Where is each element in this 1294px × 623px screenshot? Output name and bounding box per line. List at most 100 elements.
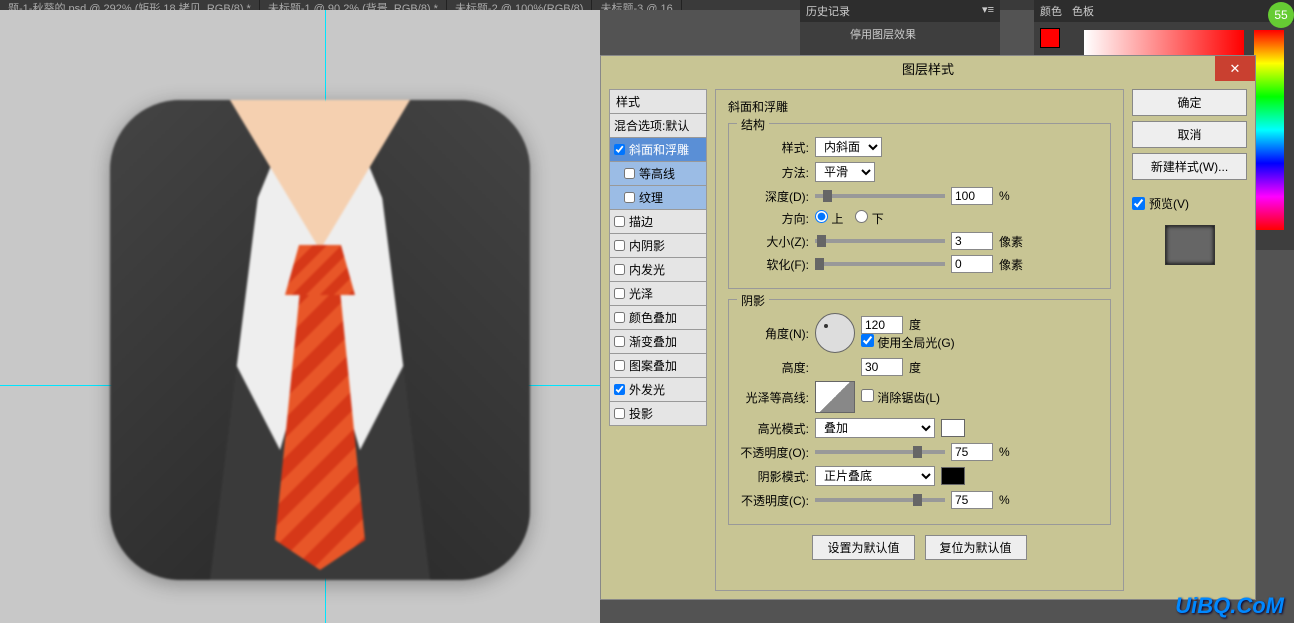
canvas[interactable] xyxy=(0,10,600,623)
direction-down-radio[interactable]: 下 xyxy=(855,210,883,227)
shading-group: 阴影 角度(N): 度 使用全局光(G) 高度: xyxy=(728,299,1111,525)
dropshadow-checkbox[interactable] xyxy=(614,408,625,419)
bevel-checkbox[interactable] xyxy=(614,144,625,155)
size-unit: 像素 xyxy=(999,233,1023,250)
foreground-color-swatch[interactable] xyxy=(1040,28,1060,48)
contour-checkbox[interactable] xyxy=(624,168,635,179)
close-button[interactable]: ✕ xyxy=(1215,56,1255,81)
history-item[interactable]: 停用图层效果 xyxy=(800,22,1000,46)
preview-thumbnail xyxy=(1165,225,1215,265)
angle-unit: 度 xyxy=(909,316,921,333)
patternoverlay-checkbox[interactable] xyxy=(614,360,625,371)
shadow-mode-select[interactable]: 正片叠底 xyxy=(815,466,935,486)
style-contour[interactable]: 等高线 xyxy=(609,162,707,186)
doc-tab[interactable]: 未标题-1 @ 90.2% (背景, RGB/8) * xyxy=(260,0,447,10)
panel-menu-icon[interactable]: ▾≡ xyxy=(982,3,994,19)
soften-unit: 像素 xyxy=(999,256,1023,273)
shadow-opacity-unit: % xyxy=(999,493,1010,507)
direction-label: 方向: xyxy=(739,210,809,227)
color-tab-colors[interactable]: 颜色 xyxy=(1040,3,1062,19)
doc-tab[interactable]: 未标题-3 @ 16 xyxy=(592,0,681,10)
preview-checkbox[interactable] xyxy=(1132,197,1145,210)
hilite-opacity-unit: % xyxy=(999,445,1010,459)
hilite-opacity-slider[interactable] xyxy=(815,450,945,454)
innershadow-checkbox[interactable] xyxy=(614,240,625,251)
hilite-mode-select[interactable]: 叠加 xyxy=(815,418,935,438)
style-drop-shadow[interactable]: 投影 xyxy=(609,402,707,426)
depth-label: 深度(D): xyxy=(739,188,809,205)
cancel-button[interactable]: 取消 xyxy=(1132,121,1247,148)
style-pattern-overlay[interactable]: 图案叠加 xyxy=(609,354,707,378)
global-light-checkbox[interactable]: 使用全局光(G) xyxy=(861,336,955,350)
altitude-label: 高度: xyxy=(739,359,809,376)
hilite-opacity-input[interactable] xyxy=(951,443,993,461)
angle-wheel[interactable] xyxy=(815,313,855,353)
hilite-opacity-label: 不透明度(O): xyxy=(739,444,809,461)
soften-label: 软化(F): xyxy=(739,256,809,273)
gloss-contour-picker[interactable] xyxy=(815,381,855,413)
innerglow-checkbox[interactable] xyxy=(614,264,625,275)
depth-slider[interactable] xyxy=(815,194,945,198)
shading-legend: 阴影 xyxy=(737,292,769,309)
style-outer-glow[interactable]: 外发光 xyxy=(609,378,707,402)
size-input[interactable] xyxy=(951,232,993,250)
soften-input[interactable] xyxy=(951,255,993,273)
outerglow-checkbox[interactable] xyxy=(614,384,625,395)
depth-unit: % xyxy=(999,189,1010,203)
size-slider[interactable] xyxy=(815,239,945,243)
doc-tab[interactable]: 题-1-秋葵的.psd @ 292% (矩形 18 拷贝, RGB/8) * xyxy=(0,0,260,10)
style-bevel-emboss[interactable]: 斜面和浮雕 xyxy=(609,138,707,162)
altitude-input[interactable] xyxy=(861,358,903,376)
gloss-contour-label: 光泽等高线: xyxy=(739,389,809,406)
settings-pane: 斜面和浮雕 结构 样式: 内斜面 方法: 平滑 深度(D): % xyxy=(715,89,1124,591)
style-stroke[interactable]: 描边 xyxy=(609,210,707,234)
styles-list: 样式 混合选项:默认 斜面和浮雕 等高线 纹理 描边 内阴影 内发光 光泽 颜色… xyxy=(609,89,707,591)
style-satin[interactable]: 光泽 xyxy=(609,282,707,306)
shadow-color-swatch[interactable] xyxy=(941,467,965,485)
structure-group: 结构 样式: 内斜面 方法: 平滑 深度(D): % 方向: xyxy=(728,123,1111,289)
history-panel: 历史记录 ▾≡ 停用图层效果 xyxy=(800,0,1000,55)
shadow-opacity-slider[interactable] xyxy=(815,498,945,502)
soften-slider[interactable] xyxy=(815,262,945,266)
style-gradient-overlay[interactable]: 渐变叠加 xyxy=(609,330,707,354)
badge-icon: 55 xyxy=(1268,2,1294,28)
make-default-button[interactable]: 设置为默认值 xyxy=(812,535,914,560)
section-title: 斜面和浮雕 xyxy=(728,98,1111,115)
depth-input[interactable] xyxy=(951,187,993,205)
watermark: UiBQ.CoM xyxy=(1175,593,1284,619)
doc-tab[interactable]: 未标题-2 @ 100%(RGB/8) xyxy=(447,0,593,10)
styles-header[interactable]: 样式 xyxy=(609,89,707,114)
shadow-opacity-input[interactable] xyxy=(951,491,993,509)
reset-default-button[interactable]: 复位为默认值 xyxy=(925,535,1027,560)
hue-strip[interactable] xyxy=(1254,30,1284,230)
texture-checkbox[interactable] xyxy=(624,192,635,203)
satin-checkbox[interactable] xyxy=(614,288,625,299)
altitude-unit: 度 xyxy=(909,359,921,376)
ok-button[interactable]: 确定 xyxy=(1132,89,1247,116)
technique-select[interactable]: 平滑 xyxy=(815,162,875,182)
antialias-checkbox[interactable]: 消除锯齿(L) xyxy=(861,389,940,406)
color-tab-swatches[interactable]: 色板 xyxy=(1072,3,1094,19)
style-color-overlay[interactable]: 颜色叠加 xyxy=(609,306,707,330)
style-texture[interactable]: 纹理 xyxy=(609,186,707,210)
shadow-mode-label: 阴影模式: xyxy=(739,468,809,485)
hilite-color-swatch[interactable] xyxy=(941,419,965,437)
new-style-button[interactable]: 新建样式(W)... xyxy=(1132,153,1247,180)
direction-up-radio[interactable]: 上 xyxy=(815,210,843,227)
coloroverlay-checkbox[interactable] xyxy=(614,312,625,323)
style-inner-shadow[interactable]: 内阴影 xyxy=(609,234,707,258)
gradoverlay-checkbox[interactable] xyxy=(614,336,625,347)
style-inner-glow[interactable]: 内发光 xyxy=(609,258,707,282)
structure-legend: 结构 xyxy=(737,116,769,133)
angle-input[interactable] xyxy=(861,316,903,334)
layer-style-dialog: 图层样式 ✕ 样式 混合选项:默认 斜面和浮雕 等高线 纹理 描边 内阴影 内发… xyxy=(600,55,1256,600)
dialog-title: 图层样式 xyxy=(902,59,954,78)
shadow-opacity-label: 不透明度(C): xyxy=(739,492,809,509)
blending-options-item[interactable]: 混合选项:默认 xyxy=(609,114,707,138)
dialog-titlebar[interactable]: 图层样式 ✕ xyxy=(601,56,1255,81)
style-select[interactable]: 内斜面 xyxy=(815,137,882,157)
preview-label: 预览(V) xyxy=(1149,195,1189,212)
stroke-checkbox[interactable] xyxy=(614,216,625,227)
angle-label: 角度(N): xyxy=(739,325,809,342)
hilite-mode-label: 高光模式: xyxy=(739,420,809,437)
